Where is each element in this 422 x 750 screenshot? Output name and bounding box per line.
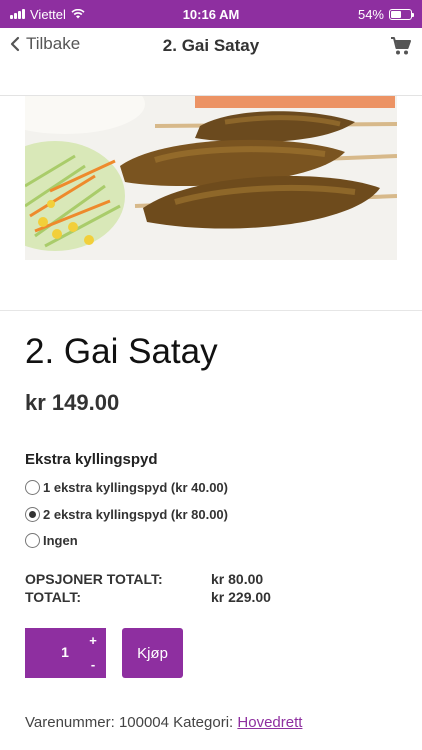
option-label: 1 ekstra kyllingspyd (kr 40.00) [43, 480, 228, 495]
status-bar: Viettel 10:16 AM 54% [0, 0, 422, 28]
options-total-row: OPSJONER TOTALT: kr 80.00 [25, 571, 271, 589]
option-2-extra[interactable]: 2 ekstra kyllingspyd (kr 80.00) [25, 507, 228, 522]
options-total-value: kr 80.00 [211, 571, 264, 587]
product-image [25, 96, 397, 260]
cart-icon[interactable] [390, 36, 412, 56]
quantity-input[interactable]: 1 [45, 644, 85, 660]
increment-button[interactable]: + [85, 633, 101, 648]
option-label: Ingen [43, 533, 78, 548]
battery-percent: 54% [357, 6, 384, 22]
back-button[interactable]: Tilbake [8, 34, 80, 54]
total-label: TOTALT: [25, 589, 81, 605]
battery-icon [389, 8, 414, 20]
grand-total-row: TOTALT: kr 229.00 [25, 589, 271, 607]
product-price: kr 149.00 [25, 390, 120, 415]
options-heading: Ekstra kyllingspyd [25, 451, 158, 468]
radio-button[interactable] [25, 533, 40, 548]
option-1-extra[interactable]: 1 ekstra kyllingspyd (kr 40.00) [25, 480, 228, 495]
status-right: 54% [357, 6, 414, 22]
radio-button-checked[interactable] [25, 507, 40, 522]
battery-fill [391, 10, 402, 18]
options-total-label: OPSJONER TOTALT: [25, 571, 163, 587]
radio-button[interactable] [25, 480, 40, 495]
sku-value: 100004 [118, 714, 169, 731]
chevron-left-icon [10, 36, 20, 52]
buy-button[interactable]: Kjøp [122, 628, 183, 678]
option-none[interactable]: Ingen [25, 533, 78, 548]
carrier-name: Viettel [30, 6, 66, 22]
back-label: Tilbake [26, 34, 81, 53]
sku-label: Varenummer: [25, 714, 115, 731]
product-meta: Varenummer: 100004 Kategori: Hovedrett [25, 714, 302, 731]
category-label: Kategori: [173, 714, 234, 731]
section-divider [0, 310, 422, 311]
total-value: kr 229.00 [211, 589, 271, 605]
product-title: 2. Gai Satay [25, 332, 218, 371]
option-label: 2 ekstra kyllingspyd (kr 80.00) [43, 507, 228, 522]
category-link[interactable]: Hovedrett [237, 714, 302, 731]
quantity-stepper: 1 + - [25, 628, 106, 678]
totals: OPSJONER TOTALT: kr 80.00 TOTALT: kr 229… [25, 571, 271, 607]
signal-icon [10, 9, 25, 19]
decrement-button[interactable]: - [85, 657, 101, 672]
wifi-icon [71, 9, 85, 19]
status-left: Viettel [10, 7, 85, 22]
